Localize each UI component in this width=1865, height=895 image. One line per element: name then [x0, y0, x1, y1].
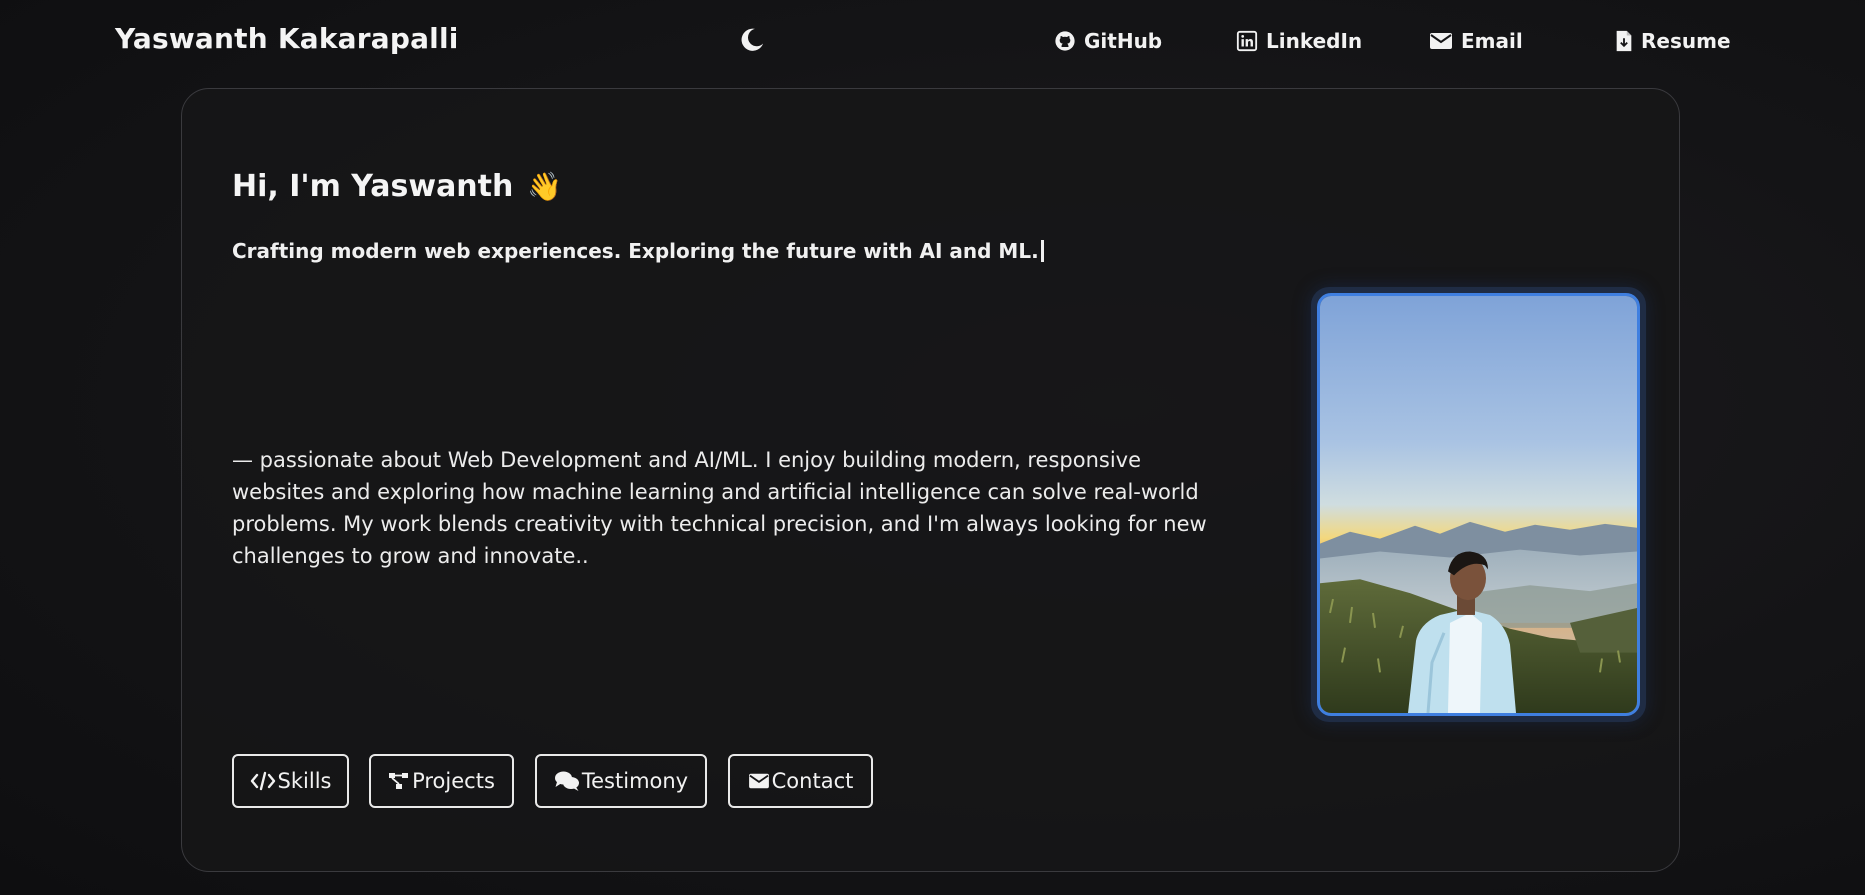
- testimony-button-label: Testimony: [581, 769, 689, 793]
- tagline: Crafting modern web experiences. Explori…: [232, 239, 1044, 263]
- projects-button[interactable]: Projects: [369, 754, 514, 808]
- linkedin-icon: [1236, 30, 1258, 52]
- testimony-button[interactable]: Testimony: [535, 754, 707, 808]
- projects-button-label: Projects: [412, 769, 495, 793]
- comments-icon: [554, 771, 579, 791]
- wave-emoji: 👋: [527, 170, 563, 203]
- nav-linkedin-label: LinkedIn: [1266, 29, 1363, 53]
- nav-github-link[interactable]: GitHub: [1054, 26, 1162, 56]
- moon-icon: [741, 28, 764, 51]
- github-icon: [1055, 31, 1075, 51]
- envelope-icon: [748, 773, 769, 789]
- contact-button[interactable]: Contact: [728, 754, 873, 808]
- contact-button-label: Contact: [771, 769, 854, 793]
- nav-resume-label: Resume: [1641, 29, 1731, 53]
- greeting-heading: Hi, I'm Yaswanth 👋: [232, 169, 562, 204]
- skills-button[interactable]: Skills: [232, 754, 349, 808]
- profile-photo: [1317, 293, 1640, 716]
- hero-card: Hi, I'm Yaswanth 👋 Crafting modern web ex…: [181, 88, 1680, 872]
- nav-email-link[interactable]: Email: [1429, 26, 1523, 56]
- site-title[interactable]: Yaswanth Kakarapalli: [115, 22, 459, 55]
- project-diagram-icon: [389, 773, 409, 789]
- nav-linkedin-link[interactable]: LinkedIn: [1236, 26, 1362, 56]
- nav-github-label: GitHub: [1084, 29, 1163, 53]
- nav-resume-link[interactable]: Resume: [1615, 26, 1731, 56]
- skills-button-label: Skills: [277, 769, 332, 793]
- file-download-icon: [1616, 30, 1632, 52]
- nav-email-label: Email: [1461, 29, 1523, 53]
- greeting-text: Hi, I'm Yaswanth: [232, 169, 514, 204]
- typing-cursor: [1040, 240, 1044, 262]
- envelope-icon: [1430, 33, 1452, 49]
- bio-paragraph: — passionate about Web Development and A…: [232, 448, 1207, 568]
- site-header: Yaswanth Kakarapalli GitHub LinkedIn Ema…: [0, 0, 1865, 82]
- code-icon: [250, 771, 275, 791]
- profile-photo-frame: [1311, 287, 1646, 722]
- theme-toggle-button[interactable]: [738, 26, 766, 54]
- tagline-text: Crafting modern web experiences. Explori…: [232, 239, 1039, 263]
